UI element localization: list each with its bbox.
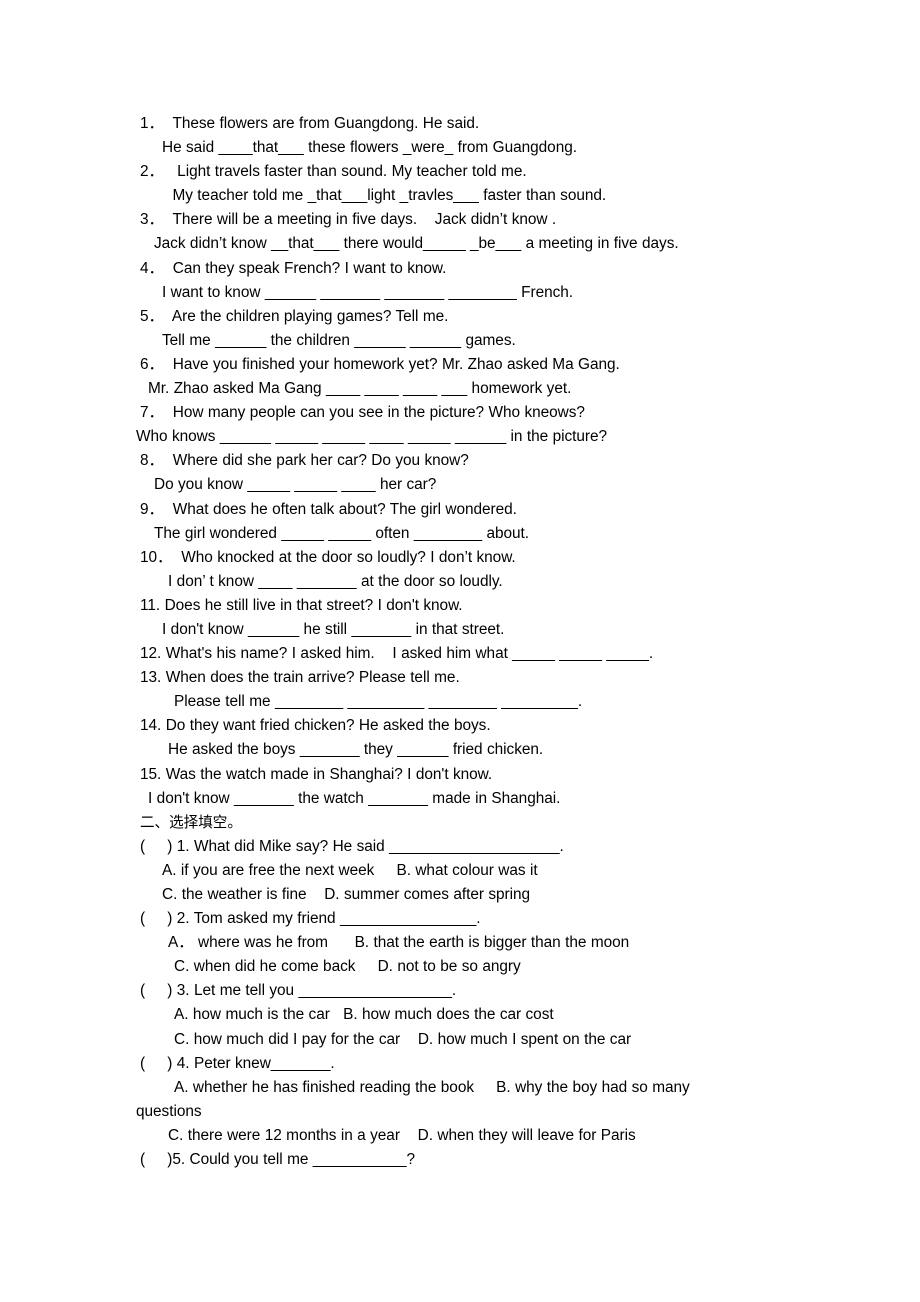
item-15-text: Was the watch made in Shanghai? I don't … xyxy=(165,765,493,783)
item-14-answer: He asked the boys _______ they ______ fr… xyxy=(168,741,544,759)
mc-item-4-options-row-1[interactable]: A. whether he has finished reading the b… xyxy=(140,1076,750,1100)
mc-item-2-options-row-2[interactable]: C. when did he come back D. not to be so… xyxy=(140,955,750,979)
item-2-gap xyxy=(164,163,173,180)
item-15-prompt: 15. Was the watch made in Shanghai? I do… xyxy=(140,763,750,787)
item-2-number: 2． xyxy=(140,163,164,181)
section-two: 二、选择填空。 ( ) 1. What did Mike say? He sai… xyxy=(136,811,750,1172)
item-10-prompt: 10． Who knocked at the door so loudly? I… xyxy=(140,546,750,570)
mc-item-4-marker[interactable]: ( ) 4. xyxy=(140,1055,190,1072)
mc-item-2-stem: ( ) 2. Tom asked my friend _____________… xyxy=(140,907,750,931)
item-15-answer: I don't know _______ the watch _______ m… xyxy=(148,789,561,807)
item-9-gap xyxy=(164,501,173,518)
item-8-prompt: 8． Where did she park her car? Do you kn… xyxy=(140,449,750,473)
item-13-text: When does the train arrive? Please tell … xyxy=(165,669,460,687)
mc-item-4-options-row-2[interactable]: C. there were 12 months in a year D. whe… xyxy=(140,1124,750,1148)
item-8-answer: Do you know _____ _____ ____ her car? xyxy=(154,476,437,494)
item-4-answer: I want to know ______ _______ _______ __… xyxy=(162,283,574,301)
item-12-prompt: 12. What's his name? I asked him. I aske… xyxy=(140,642,750,666)
mc-item-4-text: Peter knew_______. xyxy=(189,1054,335,1072)
section-two-heading: 二、选择填空。 xyxy=(140,813,242,831)
item-5-gap xyxy=(164,308,172,325)
mc-item-3-text: Let me tell you __________________. xyxy=(189,982,457,1000)
item-6-gap xyxy=(164,356,173,373)
item-12-number: 12. xyxy=(140,645,162,663)
item-13-answer: Please tell me ________ _________ ______… xyxy=(174,693,583,711)
item-14-prompt: 14. Do they want fried chicken? He asked… xyxy=(140,714,750,738)
item-9-prompt: 9． What does he often talk about? The gi… xyxy=(140,498,750,522)
item-11-prompt: 11. Does he still live in that street? I… xyxy=(140,594,750,618)
item-9-text: What does he often talk about? The girl … xyxy=(172,500,517,518)
item-3-text: There will be a meeting in five days. Ja… xyxy=(172,211,557,229)
item-6-answer: Mr. Zhao asked Ma Gang ____ ____ ____ __… xyxy=(148,380,572,398)
mc-item-2-marker[interactable]: ( ) 2. xyxy=(140,910,190,927)
item-12-text: What's his name? I asked him. I asked hi… xyxy=(165,645,654,663)
mc-item-5-stem: ( )5. Could you tell me ___________? xyxy=(140,1148,750,1172)
item-6-text: Have you finished your homework yet? Mr.… xyxy=(172,355,620,373)
item-8-text: Where did she park her car? Do you know? xyxy=(172,452,469,470)
mc-item-3-options-row-1[interactable]: A. how much is the car B. how much does … xyxy=(140,1003,750,1027)
item-2-text: Light travels faster than sound. My teac… xyxy=(172,163,527,181)
mc-item-3-marker[interactable]: ( ) 3. xyxy=(140,982,190,999)
item-1-answer: He said ____that___ these flowers _were_… xyxy=(162,139,577,157)
item-8-number: 8． xyxy=(140,452,164,470)
item-14-text: Do they want fried chicken? He asked the… xyxy=(165,717,491,735)
item-9-answer: The girl wondered _____ _____ often ____… xyxy=(154,524,530,542)
item-5-answer: Tell me ______ the children ______ _____… xyxy=(162,331,516,349)
item-6-number: 6． xyxy=(140,355,164,373)
item-3-prompt: 3． There will be a meeting in five days.… xyxy=(140,208,750,232)
mc-item-1-options-row-1[interactable]: A. if you are free the next week B. what… xyxy=(140,859,750,883)
item-7-answer: Who knows ______ _____ _____ ____ _____ … xyxy=(136,428,608,446)
item-11-text: Does he still live in that street? I don… xyxy=(164,596,463,614)
item-4-text: Can they speak French? I want to know. xyxy=(172,259,447,277)
item-13-number: 13. xyxy=(140,669,162,687)
item-3-number: 3． xyxy=(140,211,164,229)
item-5-number: 5． xyxy=(140,307,164,325)
item-11-answer: I don't know ______ he still _______ in … xyxy=(162,620,505,638)
item-7-number: 7． xyxy=(140,404,164,422)
mc-item-4-stem: ( ) 4. Peter knew_______. xyxy=(140,1052,750,1076)
item-1-number: 1． xyxy=(140,115,164,132)
mc-item-1-options-row-2[interactable]: C. the weather is fine D. summer comes a… xyxy=(140,883,750,907)
item-14-number: 14. xyxy=(140,717,162,735)
mc-item-3-stem: ( ) 3. Let me tell you _________________… xyxy=(140,979,750,1003)
worksheet-page: 1． These flowers are from Guangdong. He … xyxy=(0,0,920,1302)
item-9-number: 9． xyxy=(140,500,164,518)
item-1-text: These flowers are from Guangdong. He sai… xyxy=(172,115,480,132)
mc-item-1-text: What did Mike say? He said _____________… xyxy=(189,837,564,855)
item-11-number: 11. xyxy=(140,596,161,614)
item-10-answer: I don’ t know ____ _______ at the door s… xyxy=(168,572,503,590)
item-7-text: How many people can you see in the pictu… xyxy=(172,404,585,422)
item-3-answer: Jack didn’t know __that___ there would__… xyxy=(154,235,679,253)
mc-item-5-marker[interactable]: ( )5. xyxy=(140,1151,185,1168)
item-6-prompt: 6． Have you finished your homework yet? … xyxy=(140,353,750,377)
item-4-number: 4． xyxy=(140,259,164,277)
item-7-prompt: 7． How many people can you see in the pi… xyxy=(140,401,750,425)
section-one: 1． These flowers are from Guangdong. He … xyxy=(136,112,750,811)
item-4-prompt: 4． Can they speak French? I want to know… xyxy=(140,257,750,281)
item-2-answer: My teacher told me _that___light _travle… xyxy=(168,187,607,205)
mc-item-2-text: Tom asked my friend ________________. xyxy=(189,910,481,928)
mc-item-2-options-row-1[interactable]: A． where was he from B. that the earth i… xyxy=(140,931,750,955)
item-1-prompt: 1． These flowers are from Guangdong. He … xyxy=(140,112,750,136)
item-5-text: Are the children playing games? Tell me. xyxy=(171,307,449,325)
item-7-gap xyxy=(164,404,173,421)
item-2-prompt: 2． Light travels faster than sound. My t… xyxy=(140,160,750,184)
item-13-prompt: 13. When does the train arrive? Please t… xyxy=(140,666,750,690)
mc-item-1-stem: ( ) 1. What did Mike say? He said ______… xyxy=(140,835,750,859)
item-4-gap xyxy=(164,260,173,277)
item-10-number: 10． xyxy=(140,548,173,566)
item-8-gap xyxy=(164,452,173,469)
mc-item-1-marker[interactable]: ( ) 1. xyxy=(140,838,190,855)
mc-item-3-options-row-2[interactable]: C. how much did I pay for the car D. how… xyxy=(140,1028,750,1052)
mc-item-5-text: Could you tell me ___________? xyxy=(185,1151,416,1169)
item-10-text: Who knocked at the door so loudly? I don… xyxy=(176,548,516,566)
item-15-number: 15. xyxy=(140,765,162,783)
mc-item-4-options-row-1-wrap[interactable]: questions xyxy=(136,1100,750,1124)
item-5-prompt: 5． Are the children playing games? Tell … xyxy=(140,305,750,329)
